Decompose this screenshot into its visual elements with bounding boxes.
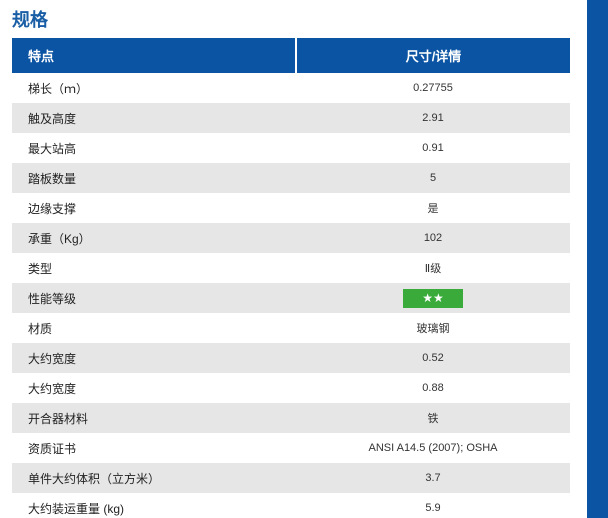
table-row: 梯长（ｍ） 0.27755 bbox=[12, 73, 570, 103]
feature-cell: 资质证书 bbox=[12, 433, 296, 463]
value-cell: ★★ bbox=[296, 283, 570, 313]
table-row: 边缘支撑 是 bbox=[12, 193, 570, 223]
table-row: 最大站高 0.91 bbox=[12, 133, 570, 163]
value-cell: 102 bbox=[296, 223, 570, 253]
table-row: 类型 Ⅱ级 bbox=[12, 253, 570, 283]
table-row: 触及高度 2.91 bbox=[12, 103, 570, 133]
spec-table: 特点 尺寸/详情 梯长（ｍ） 0.27755 触及高度 2.91 最大站高 0.… bbox=[12, 38, 570, 518]
table-row: 大约宽度 0.52 bbox=[12, 343, 570, 373]
rating-badge: ★★ bbox=[403, 288, 463, 308]
table-row: 性能等级 ★★ bbox=[12, 283, 570, 313]
value-cell: 0.88 bbox=[296, 373, 570, 403]
feature-cell: 开合器材料 bbox=[12, 403, 296, 433]
feature-cell: 最大站高 bbox=[12, 133, 296, 163]
table-row: 材质 玻璃钢 bbox=[12, 313, 570, 343]
table-row: 资质证书 ANSI A14.5 (2007); OSHA bbox=[12, 433, 570, 463]
feature-cell: 材质 bbox=[12, 313, 296, 343]
value-cell: ANSI A14.5 (2007); OSHA bbox=[296, 433, 570, 463]
feature-cell: 触及高度 bbox=[12, 103, 296, 133]
header-details: 尺寸/详情 bbox=[296, 38, 570, 73]
table-row: 开合器材料 铁 bbox=[12, 403, 570, 433]
feature-cell: 性能等级 bbox=[12, 283, 296, 313]
feature-cell: 大约装运重量 (kg) bbox=[12, 493, 296, 518]
feature-cell: 大约宽度 bbox=[12, 373, 296, 403]
table-row: 单件大约体积（立方米） 3.7 bbox=[12, 463, 570, 493]
feature-cell: 梯长（ｍ） bbox=[12, 73, 296, 103]
value-cell: 玻璃钢 bbox=[296, 313, 570, 343]
value-cell: 0.27755 bbox=[296, 73, 570, 103]
value-cell: Ⅱ级 bbox=[296, 253, 570, 283]
value-cell: 5 bbox=[296, 163, 570, 193]
table-row: 承重（Kg） 102 bbox=[12, 223, 570, 253]
value-cell: 5.9 bbox=[296, 493, 570, 518]
table-row: 大约宽度 0.88 bbox=[12, 373, 570, 403]
section-title: 规格 bbox=[12, 10, 48, 30]
feature-cell: 承重（Kg） bbox=[12, 223, 296, 253]
header-feature: 特点 bbox=[12, 38, 297, 73]
table-row: 踏板数量 5 bbox=[12, 163, 570, 193]
value-cell: 0.91 bbox=[296, 133, 570, 163]
feature-cell: 单件大约体积（立方米） bbox=[12, 463, 296, 493]
feature-cell: 大约宽度 bbox=[12, 343, 296, 373]
value-cell: 是 bbox=[296, 193, 570, 223]
right-edge-bar bbox=[587, 0, 608, 518]
value-cell: 2.91 bbox=[296, 103, 570, 133]
feature-cell: 踏板数量 bbox=[12, 163, 296, 193]
value-cell: 3.7 bbox=[296, 463, 570, 493]
feature-cell: 边缘支撑 bbox=[12, 193, 296, 223]
value-cell: 铁 bbox=[296, 403, 570, 433]
table-header-row: 特点 尺寸/详情 bbox=[12, 38, 570, 73]
spec-page: 规格 特点 尺寸/详情 梯长（ｍ） 0.27755 触及高度 2.91 最大站高… bbox=[0, 0, 587, 518]
feature-cell: 类型 bbox=[12, 253, 296, 283]
value-cell: 0.52 bbox=[296, 343, 570, 373]
table-row: 大约装运重量 (kg) 5.9 bbox=[12, 493, 570, 518]
